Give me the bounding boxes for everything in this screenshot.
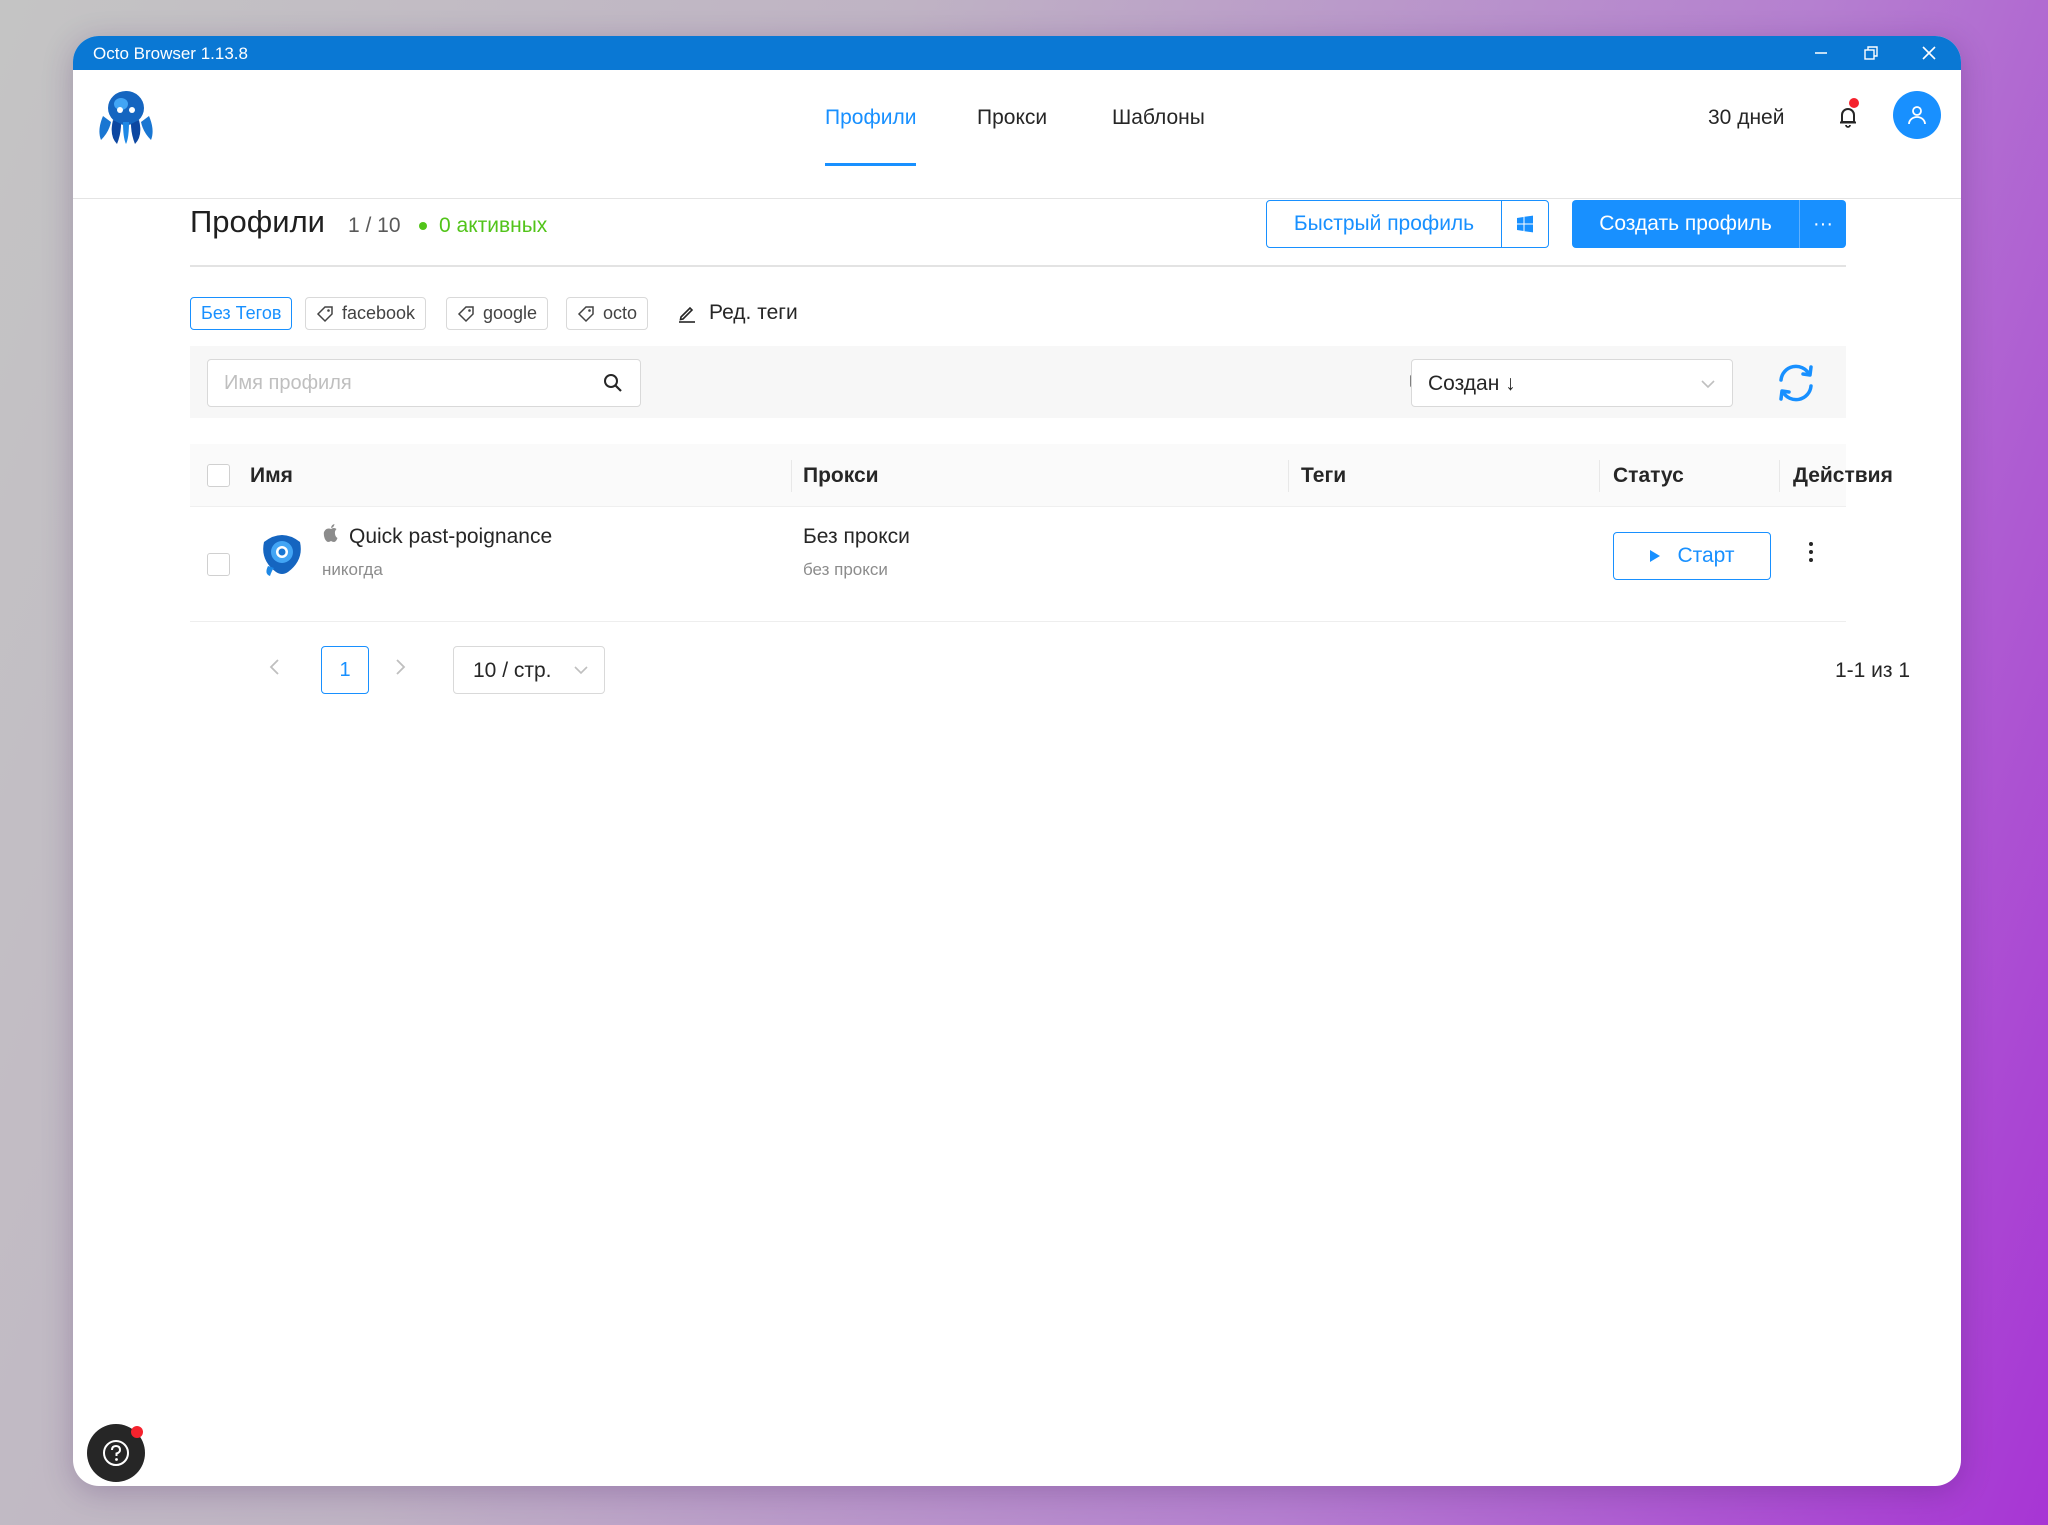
restore-icon[interactable] (1841, 36, 1901, 70)
quick-profile-button[interactable]: Быстрый профиль (1266, 200, 1502, 248)
sort-label: Создан ↓ (1428, 372, 1516, 395)
avatar[interactable] (1893, 91, 1941, 139)
active-status-dot (419, 222, 427, 230)
chevron-down-icon (1701, 380, 1715, 389)
tab-proxies[interactable]: Прокси (977, 106, 1047, 130)
tag-octo[interactable]: octo (566, 297, 649, 330)
profile-name[interactable]: Quick past-poignance (349, 525, 552, 549)
tag-no-tags[interactable]: Без Тегов (190, 297, 293, 330)
page-number[interactable]: 1 (321, 646, 369, 694)
bell-icon[interactable] (1833, 102, 1863, 132)
help-notification-dot (131, 1426, 143, 1438)
create-profile-button[interactable]: Создать профиль (1572, 200, 1799, 248)
table-row[interactable]: Quick past-poignance никогда Без прокси … (190, 507, 1846, 622)
header-divider (190, 265, 1846, 267)
column-divider (1599, 460, 1600, 492)
tag-icon (577, 305, 594, 322)
table-header: Имя Прокси Теги Статус Действия (190, 444, 1893, 507)
search-input[interactable] (224, 360, 584, 406)
subscription-days: 30 дней (1708, 106, 1785, 129)
column-actions: Действия (1793, 464, 1893, 487)
page-title: Профили (190, 204, 325, 239)
play-icon (1650, 550, 1661, 562)
tab-profiles[interactable]: Профили (825, 106, 917, 166)
window-title: Octo Browser 1.13.8 (93, 44, 248, 63)
start-button[interactable]: Старт (1613, 532, 1771, 580)
row-checkbox[interactable] (207, 553, 230, 576)
column-tags[interactable]: Теги (1301, 464, 1346, 488)
column-divider (791, 460, 792, 492)
tag-label: octo (603, 303, 638, 323)
profile-proxy: Без прокси (803, 525, 910, 548)
top-navigation (73, 70, 1961, 199)
column-divider (1779, 460, 1780, 492)
close-icon[interactable] (1899, 36, 1959, 70)
notification-dot (1849, 98, 1859, 108)
sort-select[interactable]: Создан ↓ (1411, 359, 1733, 407)
tag-icon (457, 305, 474, 322)
edit-tags-button[interactable]: Ред. теги (677, 301, 798, 325)
chevron-right-icon[interactable] (393, 656, 407, 678)
more-options-button[interactable]: ··· (1799, 200, 1846, 248)
tab-templates[interactable]: Шаблоны (1112, 106, 1205, 130)
profile-last-run: никогда (322, 560, 383, 579)
tag-facebook[interactable]: facebook (305, 297, 427, 330)
apple-icon (323, 524, 338, 542)
pencil-icon (679, 306, 695, 323)
windows-os-button[interactable] (1501, 200, 1549, 248)
tag-label: facebook (342, 303, 416, 323)
refresh-icon[interactable] (1773, 360, 1819, 406)
select-all-checkbox[interactable] (207, 464, 230, 487)
tag-icon (316, 305, 333, 322)
user-icon (1908, 106, 1926, 125)
page-size-select[interactable]: 10 / стр. (453, 646, 605, 694)
more-vertical-icon[interactable] (1807, 541, 1815, 563)
active-profiles-count: 0 активных (439, 214, 548, 237)
search-icon[interactable] (602, 372, 624, 394)
column-divider (1288, 460, 1289, 492)
start-label: Старт (1677, 544, 1735, 567)
profiles-count: 1 / 10 (348, 214, 401, 237)
tag-label: google (483, 303, 538, 323)
column-name[interactable]: Имя (250, 464, 293, 488)
search-box (207, 359, 641, 407)
profile-avatar-icon (263, 535, 301, 576)
chevron-left-icon[interactable] (268, 656, 282, 678)
app-window: Octo Browser 1.13.8 Профили Прокси Шабло… (73, 36, 1961, 1486)
filter-toolbar: Создан ↓ (190, 346, 1846, 418)
tag-google[interactable]: google (446, 297, 549, 330)
column-proxy[interactable]: Прокси (803, 464, 879, 488)
pagination-total: 1-1 из 1 (1835, 659, 1911, 682)
profile-proxy-detail: без прокси (803, 560, 888, 579)
windows-icon (1517, 215, 1533, 233)
column-status[interactable]: Статус (1613, 464, 1684, 488)
tag-label: Без Тегов (201, 303, 282, 323)
title-bar: Octo Browser 1.13.8 (73, 36, 1961, 70)
chevron-down-icon (574, 666, 588, 675)
question-icon (103, 1440, 129, 1466)
edit-tags-label: Ред. теги (709, 301, 798, 324)
page-size-label: 10 / стр. (473, 659, 552, 682)
octo-logo[interactable] (93, 86, 159, 146)
